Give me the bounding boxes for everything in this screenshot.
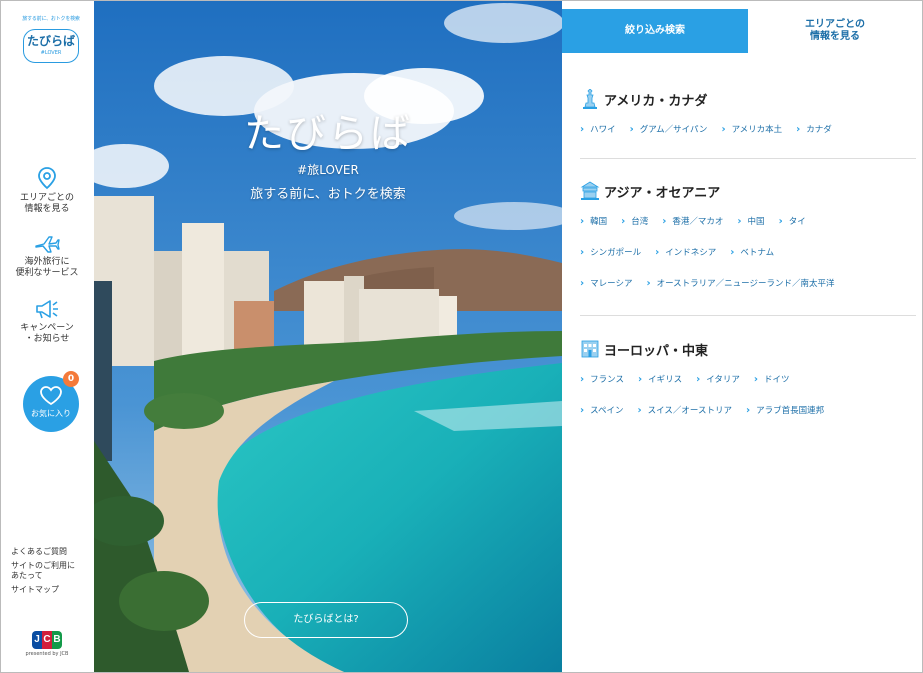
hero-hashtag: #旅LOVER — [297, 163, 359, 177]
link-hongkong-macau[interactable]: 香港／マカオ — [662, 215, 723, 227]
logo-subtext: #LOVER — [40, 50, 62, 56]
region-asia-oceania: アジア・オセアニア 韓国 台湾 香港／マカオ 中国 タイ シンガポール インドネ… — [580, 181, 916, 289]
hero-subtitle: 旅する前に、おトクを検索 — [250, 187, 406, 202]
jcb-letter-b: B — [52, 631, 62, 649]
link-malaysia[interactable]: マレーシア — [580, 277, 632, 289]
link-korea[interactable]: 韓国 — [580, 215, 607, 227]
nav-campaign[interactable]: キャンペーン ・お知らせ — [1, 298, 93, 345]
site-logo[interactable]: 旅する前に、おトクを検索 たびらば #LOVER — [20, 15, 82, 65]
panel-tabs: 絞り込み検索 エリアごとの 情報を見る — [562, 9, 922, 53]
link-vietnam[interactable]: ベトナム — [730, 246, 774, 258]
link-france[interactable]: フランス — [580, 373, 624, 385]
sitemap-link[interactable]: サイトマップ — [11, 585, 91, 595]
statue-of-liberty-icon — [583, 89, 597, 109]
sidebar: 旅する前に、おトクを検索 たびらば #LOVER エリアごとの 情報を見る 海外… — [1, 1, 93, 672]
temple-icon — [580, 181, 600, 200]
region-heading: アメリカ・カナダ — [580, 89, 916, 109]
link-china[interactable]: 中国 — [737, 215, 765, 227]
divider — [580, 315, 916, 316]
hero-title: たびらば — [244, 111, 412, 157]
favorites-button[interactable]: お気に入り 0 — [23, 371, 79, 432]
jcb-letter-j: J — [32, 631, 42, 649]
map-pin-icon — [38, 167, 56, 190]
link-italy[interactable]: イタリア — [696, 373, 740, 385]
link-canada[interactable]: カナダ — [796, 123, 832, 135]
nav-travel-services[interactable]: 海外旅行に 便利なサービス — [1, 234, 93, 279]
region-links: 韓国 台湾 香港／マカオ 中国 タイ — [580, 215, 916, 227]
region-title: ヨーロッパ・中東 — [604, 343, 709, 359]
nav-area-info-label: エリアごとの 情報を見る — [20, 193, 74, 214]
link-germany[interactable]: ドイツ — [754, 373, 790, 385]
favorites-label: お気に入り — [31, 409, 71, 418]
link-indonesia[interactable]: インドネシア — [655, 246, 716, 258]
region-title: アメリカ・カナダ — [604, 93, 708, 109]
tab-filter-search[interactable]: 絞り込み検索 — [562, 9, 748, 53]
logo-tagline: 旅する前に、おトクを検索 — [22, 16, 80, 22]
region-heading: ヨーロッパ・中東 — [580, 339, 916, 359]
link-guam-saipan[interactable]: グアム／サイパン — [630, 123, 708, 135]
hero-section: たびらば #旅LOVER 旅する前に、おトクを検索 たびらばとは? — [94, 1, 562, 672]
nav-campaign-label: キャンペーン ・お知らせ — [20, 323, 74, 344]
region-links: ハワイ グアム／サイパン アメリカ本土 カナダ — [580, 123, 916, 135]
link-uae[interactable]: アラブ首長国連邦 — [746, 404, 824, 416]
about-button[interactable]: たびらばとは? — [244, 602, 408, 638]
terms-link[interactable]: サイトのご利用に あたって — [11, 561, 91, 581]
region-title: アジア・オセアニア — [604, 185, 721, 201]
link-taiwan[interactable]: 台湾 — [621, 215, 648, 227]
airplane-icon — [35, 236, 60, 253]
region-links: スペイン スイス／オーストリア アラブ首長国連邦 — [580, 404, 916, 416]
region-europe-middle-east: ヨーロッパ・中東 フランス イギリス イタリア ドイツ スペイン スイス／オース… — [580, 339, 916, 416]
link-australia-nz-pacific[interactable]: オーストラリア／ニュージーランド／南太平洋 — [646, 277, 835, 289]
building-icon — [581, 340, 599, 358]
link-singapore[interactable]: シンガポール — [580, 246, 641, 258]
footer-links: よくあるご質問 サイトのご利用に あたって サイトマップ — [11, 547, 91, 599]
jcb-letter-c: C — [42, 631, 52, 649]
favorites-count-badge: 0 — [63, 371, 79, 387]
search-panel: 絞り込み検索 エリアごとの 情報を見る アメリカ・カナダ ハワイ グアム／サイパ… — [562, 1, 922, 672]
link-uk[interactable]: イギリス — [638, 373, 682, 385]
megaphone-icon — [36, 300, 58, 319]
heart-icon — [40, 386, 62, 406]
region-links: マレーシア オーストラリア／ニュージーランド／南太平洋 — [580, 277, 916, 289]
region-heading: アジア・オセアニア — [580, 181, 916, 201]
nav-area-info[interactable]: エリアごとの 情報を見る — [1, 166, 93, 215]
jcb-branding[interactable]: J C B presented by JCB — [11, 627, 83, 657]
presented-by-text: presented by JCB — [25, 651, 69, 657]
divider — [580, 158, 916, 159]
link-spain[interactable]: スペイン — [580, 404, 623, 416]
link-hawaii[interactable]: ハワイ — [580, 123, 616, 135]
region-links: シンガポール インドネシア ベトナム — [580, 246, 916, 258]
tab-area-info[interactable]: エリアごとの 情報を見る — [748, 9, 922, 53]
link-thailand[interactable]: タイ — [779, 215, 806, 227]
link-us-mainland[interactable]: アメリカ本土 — [721, 123, 783, 135]
link-switzerland-austria[interactable]: スイス／オーストリア — [638, 404, 732, 416]
logo-text: たびらば — [26, 34, 75, 48]
nav-travel-services-label: 海外旅行に 便利なサービス — [15, 257, 79, 278]
region-america-canada: アメリカ・カナダ ハワイ グアム／サイパン アメリカ本土 カナダ — [580, 89, 916, 135]
jcb-logo: J C B — [32, 631, 62, 649]
logo-badge: たびらば #LOVER — [23, 29, 79, 63]
faq-link[interactable]: よくあるご質問 — [11, 547, 91, 557]
region-links: フランス イギリス イタリア ドイツ — [580, 373, 916, 385]
